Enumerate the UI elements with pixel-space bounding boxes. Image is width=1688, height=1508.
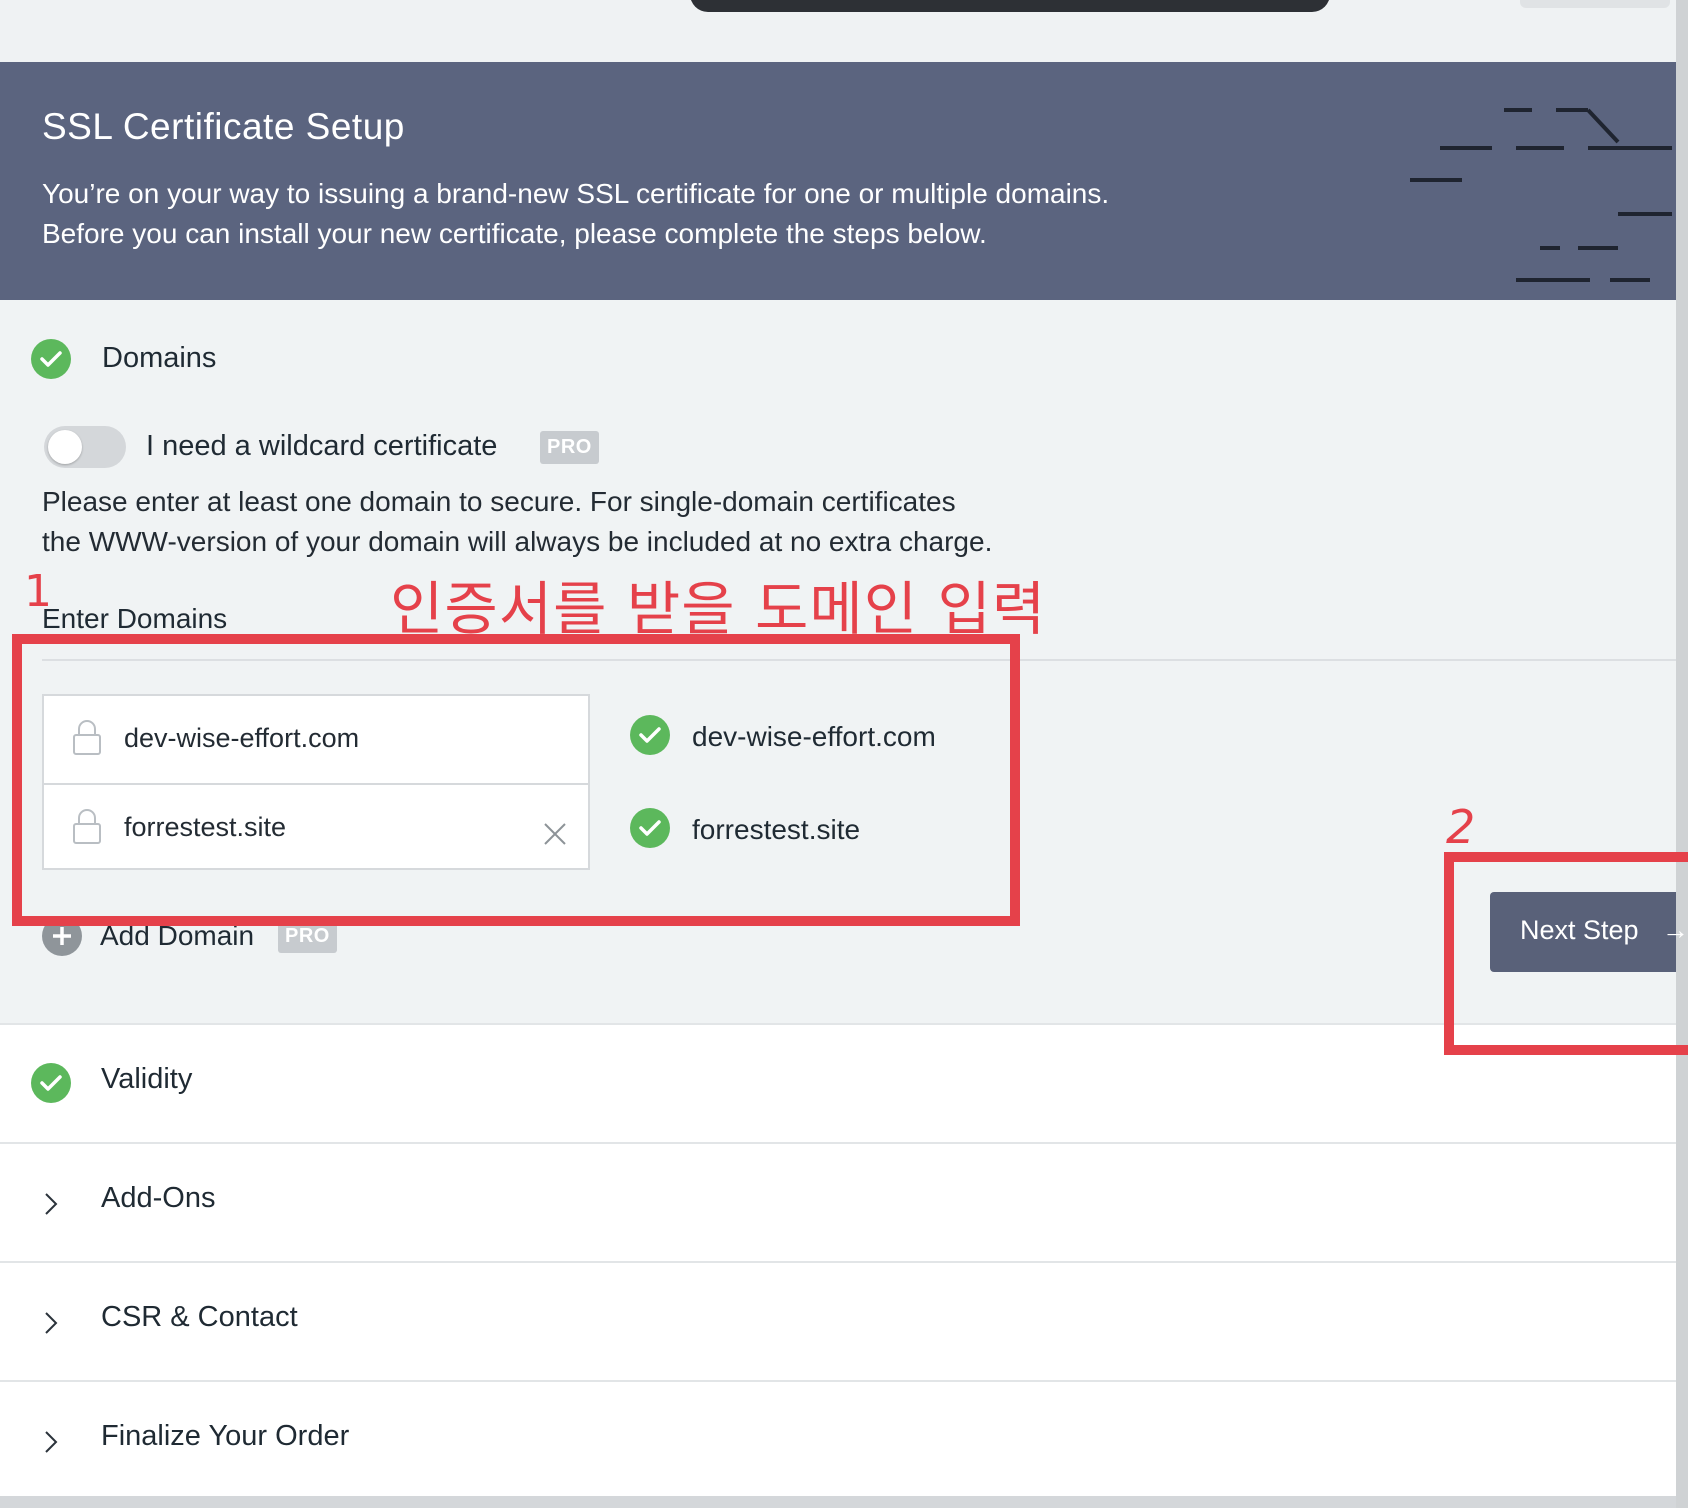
domains-desc-line2: the WWW-version of your domain will alwa…	[42, 526, 993, 557]
top-bar	[0, 0, 1676, 62]
enter-domains-label: Enter Domains	[42, 603, 228, 634]
bottom-edge	[0, 1496, 1676, 1508]
step-csr-contact[interactable]: CSR & Contact	[0, 1261, 1676, 1380]
step-title: Add-Ons	[101, 1182, 216, 1214]
banner-desc-line2: Before you can install your new certific…	[42, 218, 987, 249]
domains-check-icon	[31, 339, 71, 379]
top-right-control	[1520, 0, 1670, 8]
wildcard-pro-badge: PRO	[540, 431, 599, 464]
toggle-knob	[48, 430, 82, 464]
banner-description: You’re on your way to issuing a brand-ne…	[42, 174, 1342, 254]
window-edge	[1676, 0, 1688, 1508]
setup-banner: SSL Certificate Setup You’re on your way…	[0, 62, 1676, 300]
validity-check-icon	[31, 1063, 71, 1103]
banner-desc-line1: You’re on your way to issuing a brand-ne…	[42, 178, 1110, 209]
step-add-ons[interactable]: Add-Ons	[0, 1142, 1676, 1261]
banner-title: SSL Certificate Setup	[42, 106, 405, 147]
chevron-right-icon	[45, 1193, 58, 1215]
step-title: Validity	[101, 1063, 193, 1095]
wildcard-label: I need a wildcard certificate	[146, 430, 498, 462]
top-toolbar	[690, 0, 1330, 12]
step-validity[interactable]: Validity	[0, 1023, 1676, 1142]
annotation-next-box	[1444, 852, 1688, 1055]
chevron-right-icon	[45, 1431, 58, 1453]
annotation-marker-2: 2	[1446, 800, 1476, 854]
wildcard-toggle[interactable]	[44, 426, 126, 468]
domains-step-title: Domains	[102, 342, 217, 374]
domains-desc-line1: Please enter at least one domain to secu…	[42, 486, 956, 517]
step-title: CSR & Contact	[101, 1301, 298, 1333]
annotation-domains-box	[12, 634, 1020, 926]
step-title: Finalize Your Order	[101, 1420, 350, 1452]
step-finalize-order[interactable]: Finalize Your Order	[0, 1380, 1676, 1498]
annotation-marker-1: 1	[24, 566, 52, 617]
chevron-right-icon	[45, 1312, 58, 1334]
domains-description: Please enter at least one domain to secu…	[42, 482, 1092, 562]
banner-dash-decoration-icon	[1410, 108, 1672, 282]
